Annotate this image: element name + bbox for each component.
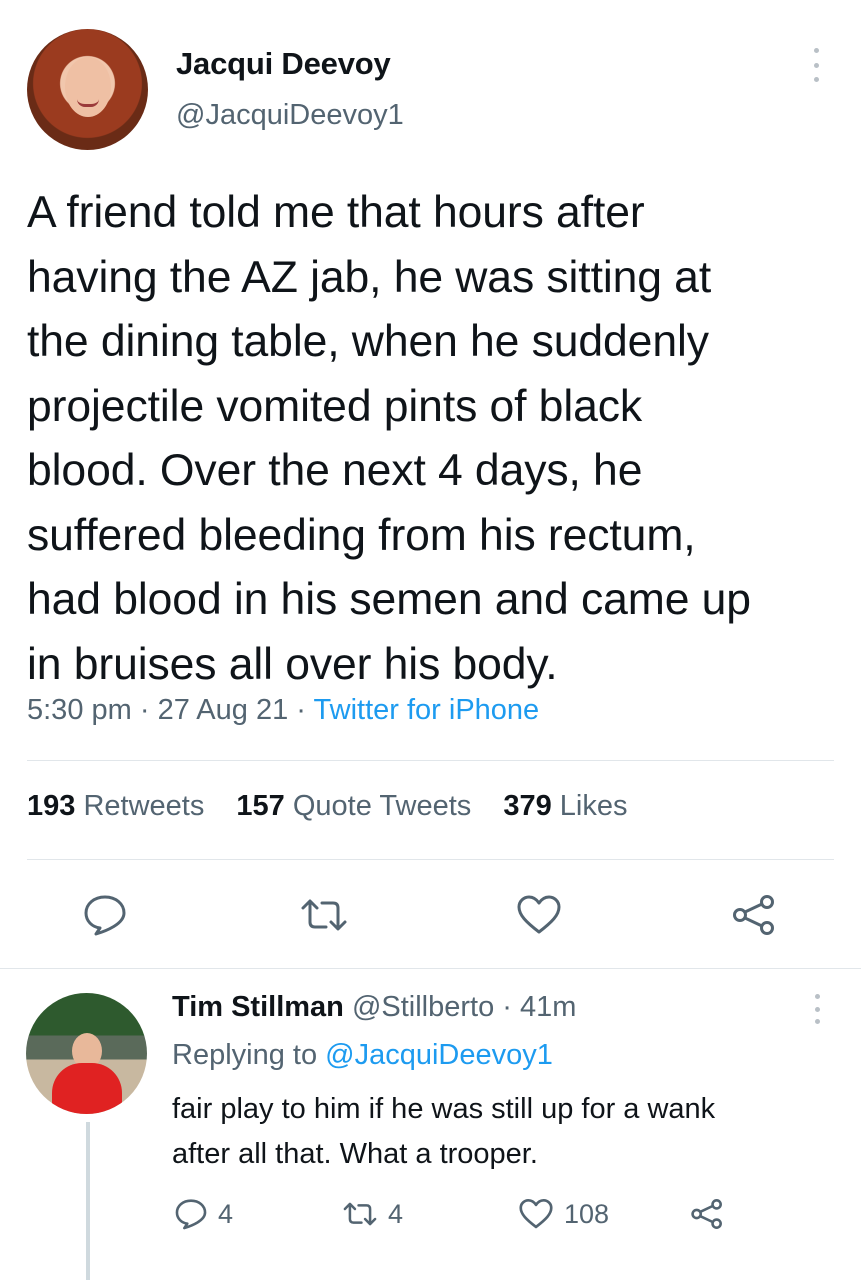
reply-count: 4 [218, 1198, 234, 1229]
likes-stat[interactable]: 379 Likes [503, 790, 627, 822]
reply-icon[interactable] [82, 894, 128, 936]
reply-reply-button[interactable]: 4 [174, 1198, 233, 1230]
reply-time[interactable]: 41m [520, 991, 576, 1023]
tweet-source[interactable]: Twitter for iPhone [314, 694, 540, 726]
author-avatar[interactable] [27, 29, 148, 150]
reply-author-avatar[interactable] [26, 993, 147, 1114]
reply-text: fair play to him if he was still up for … [172, 1087, 715, 1177]
meta-separator: · [502, 991, 512, 1023]
reply-share-button[interactable] [690, 1198, 724, 1230]
share-icon[interactable] [731, 894, 777, 936]
meta-separator: · [296, 694, 306, 726]
tweet-stats: 193 Retweets 157 Quote Tweets 379 Likes [27, 790, 651, 823]
reply-text-line: after all that. What a trooper. [172, 1138, 538, 1170]
like-icon [519, 1198, 553, 1229]
tweet-text-line: projectile vomited pints of black [27, 381, 643, 431]
tweet-text-line: having the AZ jab, he was sitting at [27, 252, 712, 302]
retweet-icon [343, 1202, 377, 1226]
author-name[interactable]: Jacqui Deevoy [176, 46, 391, 82]
tweet-text-line: had blood in his semen and came up [27, 575, 751, 624]
divider [0, 968, 861, 969]
tweet-time[interactable]: 5:30 pm [27, 694, 132, 726]
tweet-text-line: A friend told me that hours after [27, 188, 645, 237]
tweet-text-line: suffered bleeding from his rectum, [27, 510, 696, 560]
retweet-count: 4 [388, 1198, 404, 1229]
retweet-icon[interactable] [299, 894, 349, 936]
author-handle[interactable]: @JacquiDeevoy1 [176, 99, 404, 132]
reply-header: Tim Stillman @Stillberto · 41m [172, 991, 576, 1024]
tweet-text-line: the dining table, when he suddenly [27, 317, 709, 366]
replying-prefix: Replying to [172, 1039, 318, 1071]
share-icon [691, 1199, 722, 1229]
more-icon[interactable] [806, 48, 826, 82]
tweet-meta: 5:30 pm · 27 Aug 21 · Twitter for iPhone [27, 694, 539, 727]
divider [27, 760, 834, 761]
reply-author-name[interactable]: Tim Stillman [172, 991, 344, 1023]
tweet-text-line: blood. Over the next 4 days, he [27, 446, 643, 495]
thread-line [86, 1122, 90, 1280]
tweet-text: A friend told me that hours after having… [27, 181, 837, 697]
reply-author-handle[interactable]: @Stillberto [352, 991, 494, 1023]
tweet-text-line: in bruises all over his body. [27, 639, 558, 689]
tweet-date[interactable]: 27 Aug 21 [158, 694, 289, 726]
divider [27, 859, 834, 860]
reply-icon [175, 1199, 207, 1230]
reply-text-line: fair play to him if he was still up for … [172, 1093, 716, 1125]
reply-like-button[interactable]: 108 [518, 1198, 609, 1230]
like-icon[interactable] [516, 894, 562, 936]
replying-to-handle[interactable]: @JacquiDeevoy1 [325, 1039, 553, 1071]
like-count: 108 [564, 1198, 610, 1229]
retweets-stat[interactable]: 193 Retweets [27, 790, 204, 822]
replying-to: Replying to @JacquiDeevoy1 [172, 1039, 553, 1072]
reply-retweet-button[interactable]: 4 [342, 1198, 403, 1230]
quote-tweets-stat[interactable]: 157 Quote Tweets [236, 790, 471, 822]
meta-separator: · [139, 694, 150, 726]
reply-more-icon[interactable] [809, 994, 825, 1024]
